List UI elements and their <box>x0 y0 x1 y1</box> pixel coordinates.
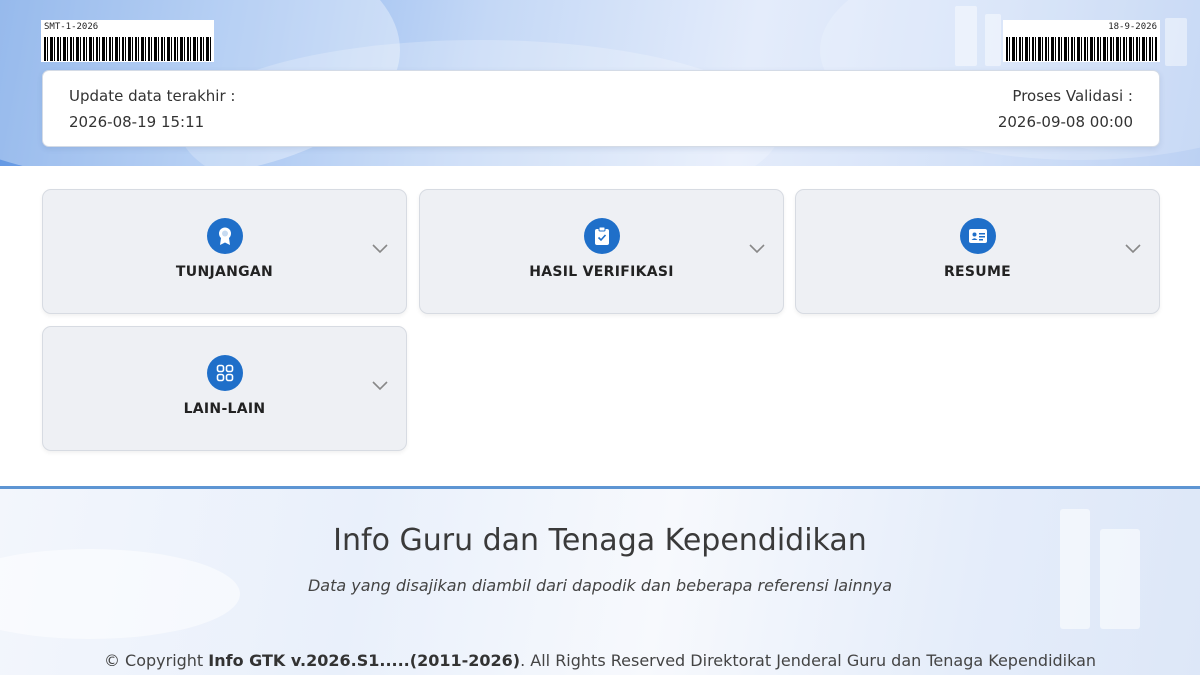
last-update-label: Update data terakhir : <box>69 87 236 105</box>
menu-label-tunjangan: TUNJANGAN <box>175 264 274 280</box>
semester-code-text: SMT-1-2026 <box>44 22 99 32</box>
id-card-icon <box>959 218 996 254</box>
validation-value: 2026-09-08 00:00 <box>997 113 1133 131</box>
menu-card-lain-lain[interactable]: LAIN-LAIN <box>42 326 407 451</box>
footer-title: Info Guru dan Tenaga Kependidikan <box>333 523 867 558</box>
barcode-left <box>44 37 211 61</box>
validation-label: Proses Validasi : <box>1012 87 1133 105</box>
header-banner: SMT-1-2026 18-9-2026 Update data terakhi… <box>0 0 1200 166</box>
footer-subtitle: Data yang disajikan diambil dari dapodik… <box>307 576 893 595</box>
menu-label-lain-lain: LAIN-LAIN <box>183 401 266 417</box>
last-update-value: 2026-08-19 15:11 <box>69 113 205 131</box>
footer-copyright: © Copyright Info GTK v.2026.S1.....(2011… <box>0 651 1200 670</box>
grid-icon <box>206 355 243 391</box>
chevron-down-icon[interactable] <box>372 381 388 391</box>
chevron-down-icon[interactable] <box>372 244 388 254</box>
chevron-down-icon[interactable] <box>1125 244 1141 254</box>
date-code-label: 18-9-2026 <box>1003 20 1160 62</box>
clipboard-check-icon <box>583 218 620 254</box>
date-code-text: 18-9-2026 <box>1108 22 1157 32</box>
menu-card-hasil-verifikasi[interactable]: HASIL VERIFIKASI <box>419 189 784 314</box>
menu-card-resume[interactable]: RESUME <box>795 189 1160 314</box>
copyright-prefix: © Copyright <box>103 651 209 670</box>
update-info-card: Update data terakhir : 2026-08-19 15:11 … <box>42 70 1160 147</box>
copyright-suffix: . All Rights Reserved Direktorat Jendera… <box>520 651 1097 670</box>
award-icon <box>206 218 243 254</box>
menu-label-resume: RESUME <box>943 264 1012 280</box>
chevron-down-icon[interactable] <box>749 244 765 254</box>
menu-card-tunjangan[interactable]: TUNJANGAN <box>42 189 407 314</box>
barcode-right <box>1006 37 1157 61</box>
menu-label-hasil-verifikasi: HASIL VERIFIKASI <box>529 264 674 280</box>
copyright-brand: Info GTK v.2026.S1.....(2011-2026) <box>208 651 521 670</box>
semester-code-label: SMT-1-2026 <box>41 20 214 62</box>
footer: Info Guru dan Tenaga Kependidikan Data y… <box>0 486 1200 675</box>
